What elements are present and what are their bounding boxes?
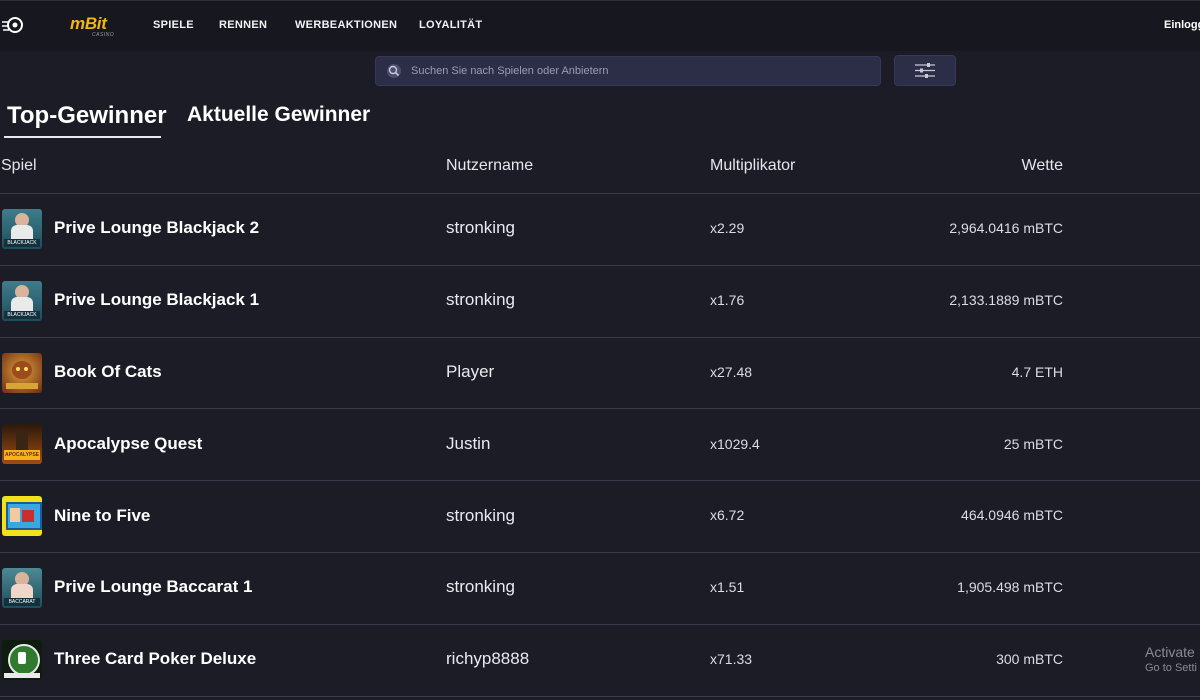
nav-spiele[interactable]: SPIELE bbox=[153, 19, 194, 31]
search-icon bbox=[387, 64, 401, 78]
top-bar: mBit CASINO SPIELE RENNEN WERBEAKTIONEN … bbox=[0, 0, 1200, 51]
bet-amount: 25 mBTC bbox=[1003, 435, 1063, 452]
bet-amount: 1,905.498 mBTC bbox=[957, 579, 1063, 596]
username: stronking bbox=[446, 577, 515, 597]
row-divider bbox=[0, 408, 1200, 410]
game-name[interactable]: Prive Lounge Baccarat 1 bbox=[54, 577, 252, 597]
nine-to-five-thumbnail[interactable] bbox=[2, 496, 42, 537]
filter-button[interactable] bbox=[894, 55, 956, 86]
game-name[interactable]: Apocalypse Quest bbox=[54, 434, 202, 454]
game-name[interactable]: Nine to Five bbox=[54, 506, 150, 526]
logo-text: mBit bbox=[70, 14, 107, 33]
multiplier-value: x71.33 bbox=[710, 651, 753, 668]
mbit-logo[interactable]: mBit CASINO bbox=[70, 14, 114, 40]
game-name[interactable]: Three Card Poker Deluxe bbox=[54, 649, 256, 669]
three-card-poker-thumbnail[interactable] bbox=[2, 639, 42, 680]
column-header-spiel: Spiel bbox=[1, 157, 37, 174]
activation-watermark-sub: Go to Setti bbox=[1145, 662, 1197, 674]
bet-amount: 464.0946 mBTC bbox=[961, 507, 1063, 524]
username: stronking bbox=[446, 218, 515, 238]
multiplier-value: x2.29 bbox=[710, 220, 745, 237]
row-divider bbox=[0, 336, 1200, 338]
bet-amount: 300 mBTC bbox=[996, 651, 1063, 668]
bet-amount: 2,964.0416 mBTC bbox=[949, 220, 1063, 237]
bet-amount: 4.7 ETH bbox=[1011, 363, 1063, 380]
row-divider bbox=[0, 623, 1200, 625]
column-header-wette: Wette bbox=[1021, 157, 1064, 174]
multiplier-value: x1.76 bbox=[710, 292, 745, 309]
row-divider bbox=[0, 480, 1200, 482]
book-of-cats-thumbnail[interactable] bbox=[2, 352, 42, 393]
row-divider bbox=[0, 695, 1200, 697]
blackjack-thumbnail[interactable]: BLACKJACK bbox=[2, 208, 42, 249]
game-name[interactable]: Prive Lounge Blackjack 2 bbox=[54, 218, 259, 238]
sliders-icon bbox=[915, 63, 935, 78]
tab-top-gewinner[interactable]: Top-Gewinner bbox=[7, 102, 167, 130]
column-header-multiplikator: Multiplikator bbox=[710, 157, 796, 174]
bet-amount: 2,133.1889 mBTC bbox=[949, 292, 1063, 309]
activation-watermark: Activate bbox=[1145, 644, 1195, 660]
username: Justin bbox=[446, 433, 491, 453]
username: stronking bbox=[446, 290, 515, 310]
multiplier-value: x6.72 bbox=[710, 507, 745, 524]
game-name[interactable]: Book Of Cats bbox=[54, 362, 162, 382]
game-name[interactable]: Prive Lounge Blackjack 1 bbox=[54, 290, 259, 310]
search-input[interactable]: Suchen Sie nach Spielen oder Anbietern bbox=[375, 56, 881, 86]
search-placeholder: Suchen Sie nach Spielen oder Anbietern bbox=[411, 65, 609, 77]
nav-rennen[interactable]: RENNEN bbox=[219, 19, 267, 31]
brand-mark-icon[interactable] bbox=[2, 15, 24, 35]
multiplier-value: x1.51 bbox=[710, 579, 745, 596]
logo-subtext: CASINO bbox=[92, 32, 115, 38]
table-header-divider bbox=[0, 193, 1200, 194]
baccarat-thumbnail[interactable]: BACCARAT bbox=[2, 567, 42, 608]
active-tab-underline bbox=[4, 136, 161, 138]
blackjack-thumbnail[interactable]: BLACKJACK bbox=[2, 280, 42, 321]
login-link[interactable]: Einlogg bbox=[1164, 19, 1200, 31]
nav-loyalitaet[interactable]: LOYALITÄT bbox=[419, 19, 482, 31]
tab-aktuelle-gewinner[interactable]: Aktuelle Gewinner bbox=[187, 103, 370, 127]
nav-werbeaktionen[interactable]: WERBEAKTIONEN bbox=[295, 19, 397, 31]
multiplier-value: x27.48 bbox=[710, 363, 753, 380]
row-divider bbox=[0, 552, 1200, 553]
column-header-nutzername: Nutzername bbox=[446, 157, 534, 174]
row-divider bbox=[0, 264, 1200, 266]
username: richyp8888 bbox=[446, 649, 530, 669]
username: stronking bbox=[446, 505, 515, 525]
username: Player bbox=[446, 361, 495, 381]
apocalypse-quest-thumbnail[interactable]: APOCALYPSE bbox=[2, 424, 42, 465]
multiplier-value: x1029.4 bbox=[710, 435, 760, 452]
